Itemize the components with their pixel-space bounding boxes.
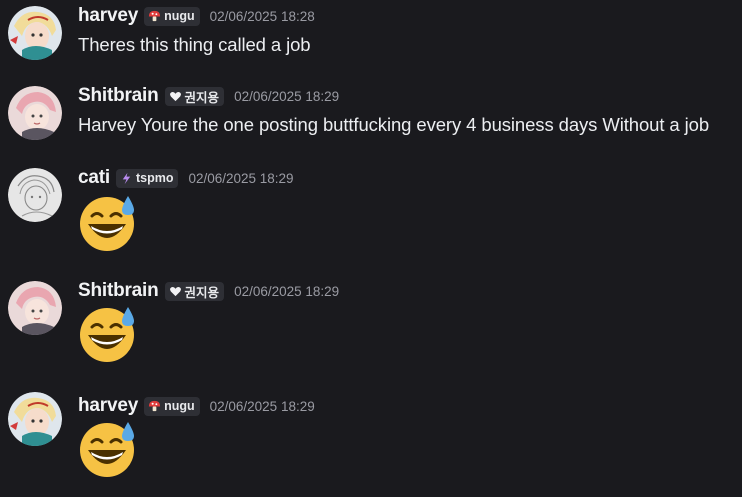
message-header: cati tspmo 02/06/2025 18:29 (78, 166, 294, 190)
username[interactable]: cati (78, 167, 110, 189)
chat-message-list: harvey nugu 02/06/2025 18:28 Theres this… (0, 0, 742, 497)
server-tag-label: nugu (164, 399, 195, 413)
server-tag[interactable]: tspmo (115, 168, 179, 188)
avatar[interactable] (8, 281, 62, 335)
timestamp[interactable]: 02/06/2025 18:28 (210, 9, 315, 24)
server-tag[interactable]: nugu (144, 396, 200, 416)
message-header: Shitbrain 권지용 02/06/2025 18:29 (78, 279, 339, 303)
avatar[interactable] (8, 86, 62, 140)
username[interactable]: harvey (78, 5, 138, 27)
server-tag[interactable]: nugu (144, 6, 200, 26)
username[interactable]: harvey (78, 395, 138, 417)
timestamp[interactable]: 02/06/2025 18:29 (234, 284, 339, 299)
server-tag-label: 권지용 (184, 90, 220, 105)
server-tag[interactable]: 권지용 (164, 86, 225, 106)
message-content: Harvey Youre the one posting buttfucking… (78, 114, 710, 135)
mushroom-icon (148, 10, 161, 23)
heart-icon (169, 90, 182, 103)
message-header: harvey nugu 02/06/2025 18:29 (78, 394, 315, 418)
timestamp[interactable]: 02/06/2025 18:29 (234, 89, 339, 104)
message-header: Shitbrain 권지용 02/06/2025 18:29 (78, 84, 339, 108)
message-header: harvey nugu 02/06/2025 18:28 (78, 4, 315, 28)
sweat-smile-emoji[interactable] (78, 420, 140, 478)
server-tag-label: 권지용 (184, 285, 220, 300)
lightning-icon (120, 172, 133, 185)
username[interactable]: Shitbrain (78, 85, 159, 107)
message-content: Theres this thing called a job (78, 34, 311, 55)
heart-icon (169, 285, 182, 298)
avatar[interactable] (8, 168, 62, 222)
avatar[interactable] (8, 392, 62, 446)
server-tag-label: nugu (164, 9, 195, 23)
username[interactable]: Shitbrain (78, 280, 159, 302)
avatar[interactable] (8, 6, 62, 60)
mushroom-icon (148, 400, 161, 413)
sweat-smile-emoji[interactable] (78, 305, 140, 363)
server-tag-label: tspmo (135, 171, 174, 185)
server-tag[interactable]: 권지용 (164, 281, 225, 301)
sweat-smile-emoji[interactable] (78, 194, 140, 252)
timestamp[interactable]: 02/06/2025 18:29 (188, 171, 293, 186)
timestamp[interactable]: 02/06/2025 18:29 (210, 399, 315, 414)
